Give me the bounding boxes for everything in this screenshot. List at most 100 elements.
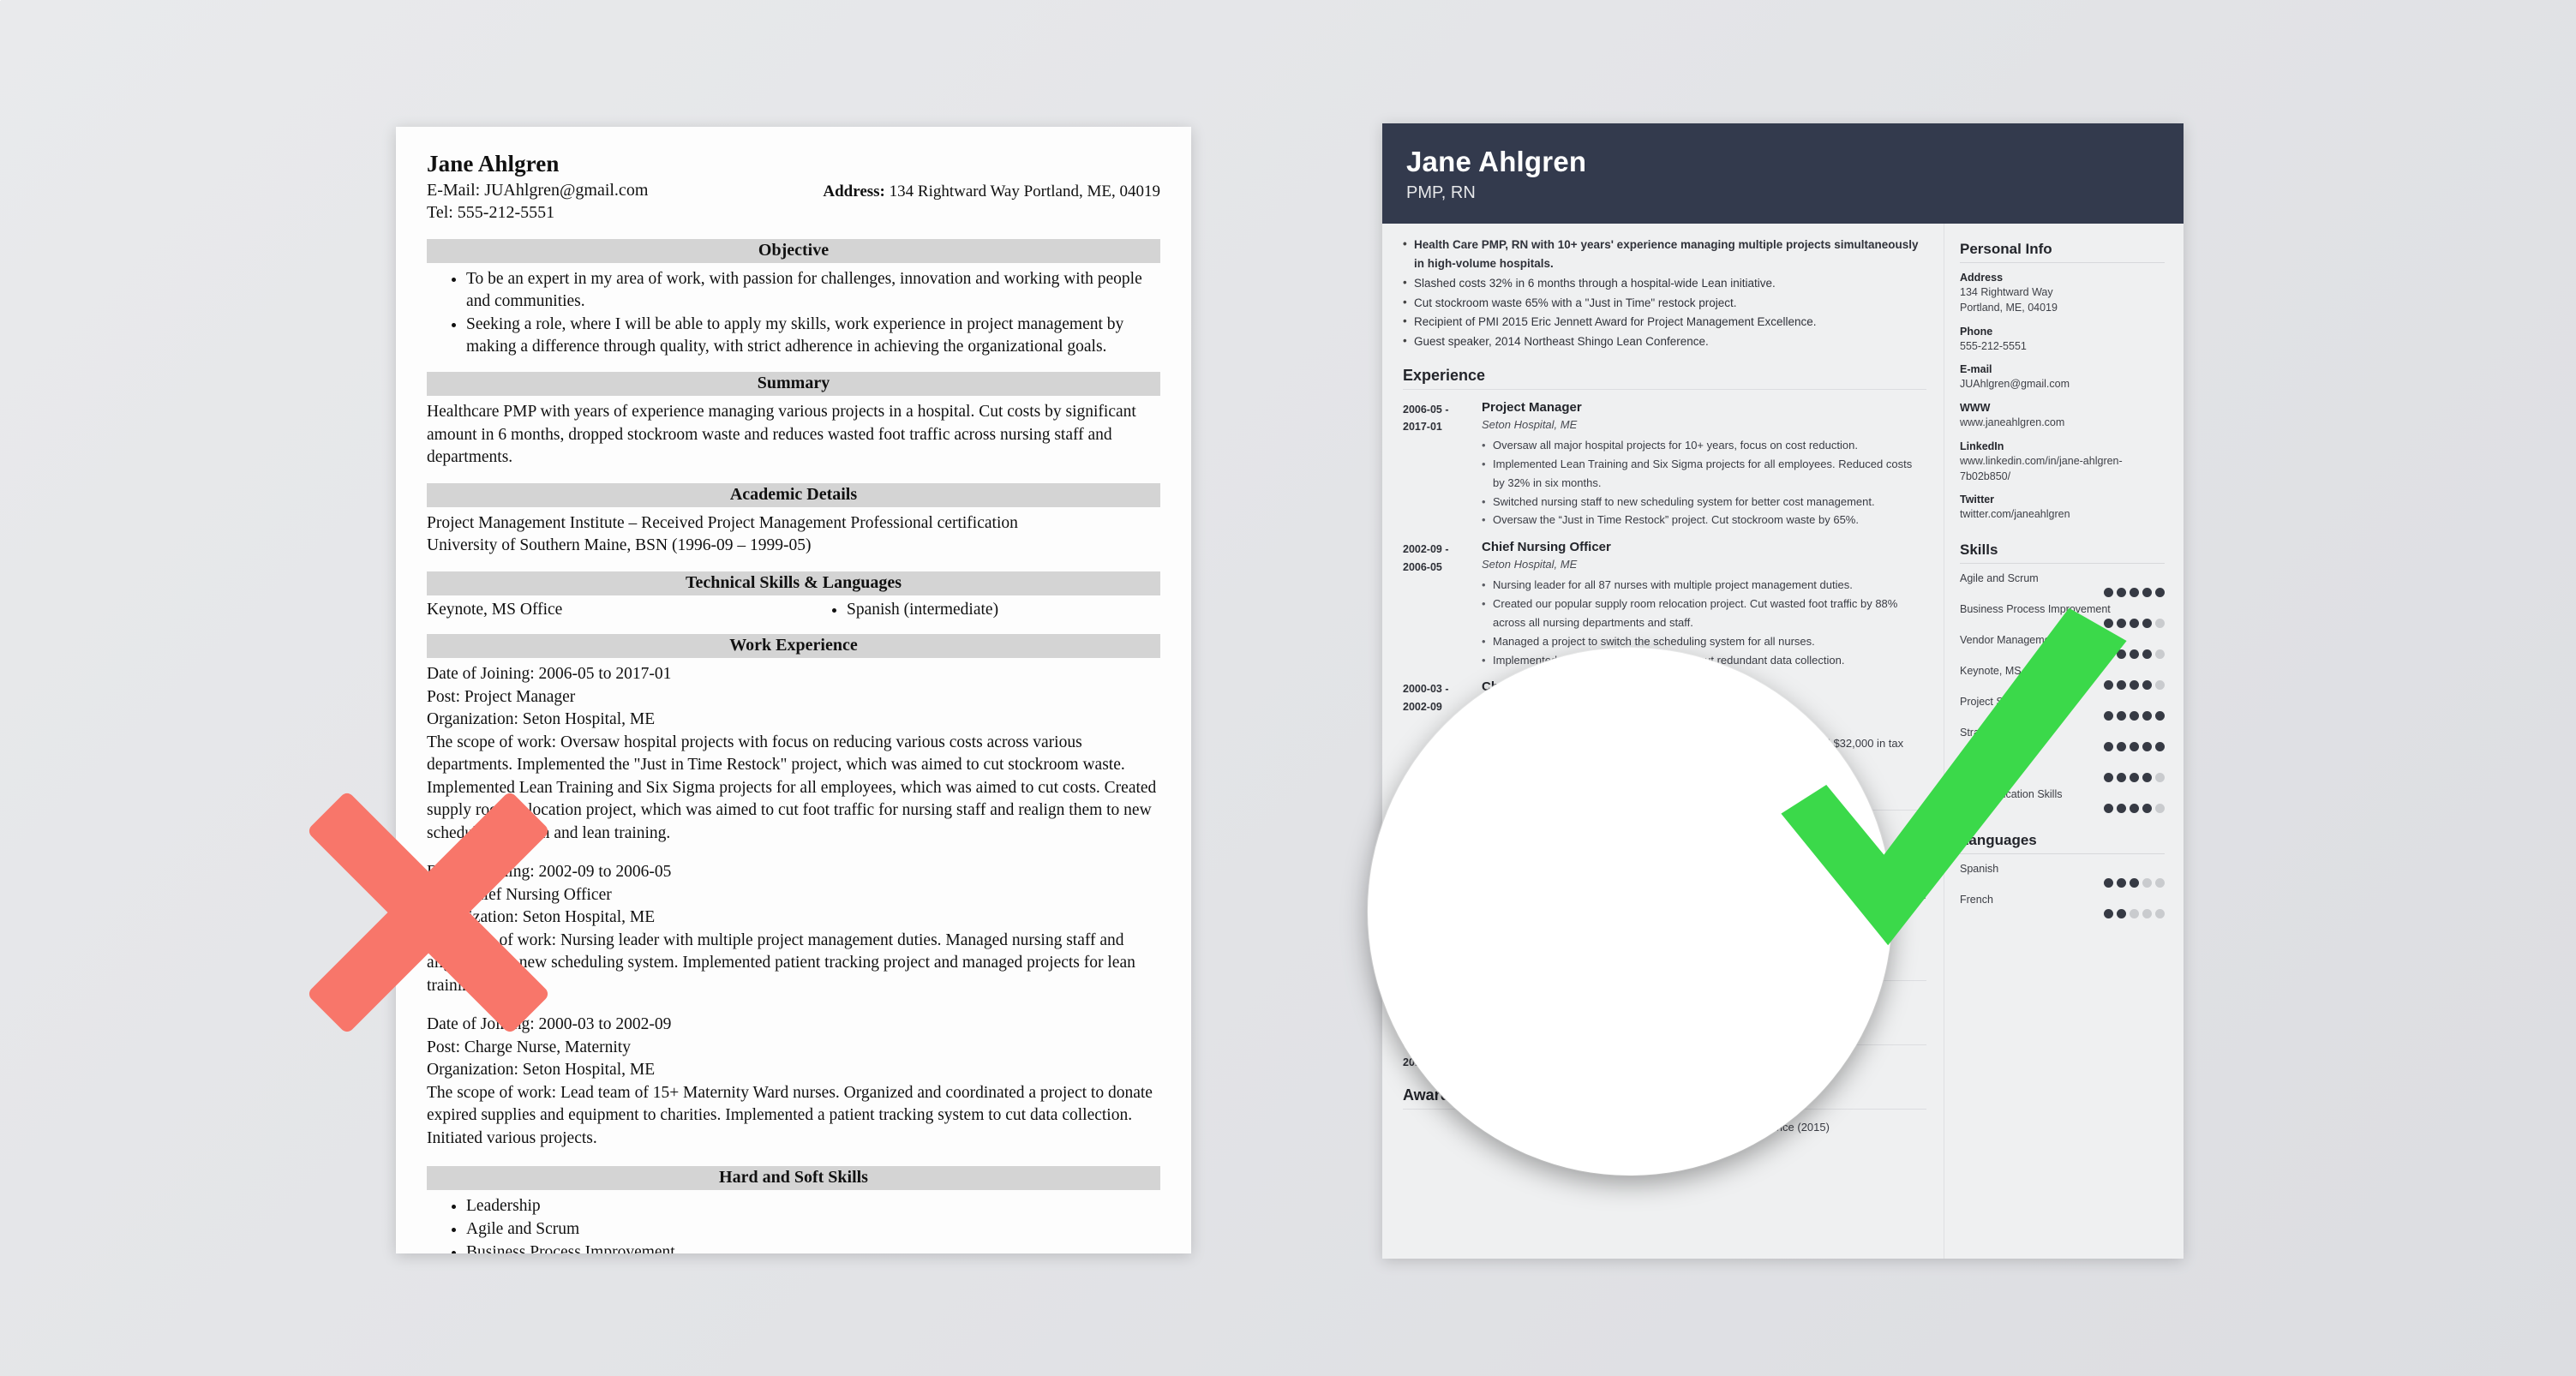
good-resume-header: Jane Ahlgren PMP, RN [1382, 123, 2184, 224]
rating-dot [2117, 649, 2126, 659]
bad-academic-line-1: Project Management Institute – Received … [427, 513, 1018, 532]
bad-section-objective: Objective [427, 238, 1160, 263]
list-item: Cut stockroom waste 65% with a "Just in … [1403, 293, 1926, 313]
skill-name: Communication Skills [1960, 788, 2063, 800]
bad-objective-list: To be an expert in my area of work, with… [466, 268, 1160, 358]
skill-rating [1960, 742, 2165, 751]
rating-dot [2155, 742, 2165, 751]
rating-dot [2104, 742, 2113, 751]
experience-role: Project Manager [1482, 400, 1582, 416]
skill-name: Vendor Management [1960, 634, 2060, 646]
rating-dot [2155, 804, 2165, 813]
rating-dot [2155, 588, 2165, 597]
pi-value-twitter: twitter.com/janeahlgren [1960, 508, 2070, 521]
bad-technical-right-list: Spanish (intermediate) [794, 601, 1160, 619]
rating-dot [2104, 649, 2113, 659]
bad-work-org: Organization: Seton Hospital, ME [427, 710, 656, 729]
good-resume-sidebar: Personal Info Address 134 Rightward Way … [1944, 224, 2184, 1259]
bad-work-post: Post: Charge Nurse, Maternity [427, 1038, 631, 1056]
language-rating [1960, 909, 2165, 918]
bad-hard-soft-list: Leadership Agile and Scrum Business Proc… [466, 1195, 1160, 1253]
bad-work-entries: Date of Joining: 2006-05 to 2017-01 Post… [427, 663, 1160, 1150]
bad-academic-line-2: University of Southern Maine, BSN (1996-… [427, 535, 812, 554]
rating-dot [2104, 680, 2113, 690]
skill-rating [1960, 773, 2165, 782]
list-item: Recipient of PMI 2015 Eric Jennett Award… [1403, 312, 1926, 332]
bad-work-date: Date of Joining: 2006-05 to 2017-01 [427, 665, 672, 684]
rating-dot [2142, 909, 2152, 918]
pi-value-phone: 555-212-5551 [1960, 339, 2027, 352]
list-item: Oversaw all major hospital projects for … [1482, 436, 1926, 455]
good-resume-name: Jane Ahlgren [1406, 146, 1587, 177]
rating-dot [2117, 619, 2126, 628]
experience-bullets: Oversaw all major hospital projects for … [1482, 436, 1926, 529]
skill-row: Communication Skills [1960, 788, 2165, 813]
rating-dot [2155, 773, 2165, 782]
pi-label-email: E-mail [1960, 363, 1992, 376]
list-item: Nursing leader for all 87 nurses with mu… [1482, 576, 1926, 595]
skill-row: Keynote, MS Office [1960, 665, 2165, 690]
list-item: Implemented Lean Training and Six Sigma … [1482, 455, 1926, 493]
list-item: Switched nursing staff to new scheduling… [1482, 493, 1926, 512]
skill-name: Project Scheduling [1960, 696, 2050, 708]
bad-work-org: Organization: Seton Hospital, ME [427, 1061, 656, 1080]
skill-row: Vendor Management [1960, 634, 2165, 659]
rating-dot [2130, 804, 2139, 813]
experience-date-from: 2006-05 - [1403, 404, 1449, 416]
rating-dot [2155, 619, 2165, 628]
skill-name: Keynote, MS Office [1960, 665, 2052, 677]
rating-dot [2104, 909, 2113, 918]
pi-label-twitter: Twitter [1960, 494, 1995, 506]
bad-work-entry: Date of Joining: 2002-09 to 2006-05 Post… [427, 861, 1160, 997]
rating-dot [2155, 711, 2165, 721]
bad-work-scope: The scope of work: Lead team of 15+ Mate… [427, 1083, 1153, 1147]
rating-dot [2155, 909, 2165, 918]
rating-dot [2104, 878, 2113, 888]
pi-label-www: WWW [1960, 402, 1991, 414]
rating-dot [2117, 773, 2126, 782]
rating-dot [2155, 878, 2165, 888]
languages-list: Spanish French [1960, 863, 2165, 918]
rating-dot [2130, 588, 2139, 597]
good-resume-title: PMP, RN [1406, 183, 1476, 202]
bad-section-hard-soft: Hard and Soft Skills [427, 1166, 1160, 1191]
experience-detail: Project Manager Seton Hospital, ME Overs… [1482, 400, 1926, 529]
experience-date: 2006-05 - 2017-01 [1403, 400, 1482, 529]
pi-value-address: 134 Rightward Way Portland, ME, 04019 [1960, 286, 2058, 314]
bad-work-org: Organization: Seton Hospital, ME [427, 908, 656, 927]
sidebar-heading-skills: Skills [1960, 541, 2165, 564]
rating-dot [2155, 649, 2165, 659]
rating-dot [2142, 619, 2152, 628]
rating-dot [2117, 742, 2126, 751]
bad-resume-tel: Tel: 555-212-5551 [427, 203, 555, 223]
good-section-experience: Experience [1403, 367, 1926, 391]
rating-dot [2117, 909, 2126, 918]
skill-rating [1960, 588, 2165, 597]
list-item: Health Care PMP, RN with 10+ years' expe… [1403, 235, 1926, 273]
bad-work-date: Date of Joining: 2002-09 to 2006-05 [427, 863, 672, 882]
language-rating [1960, 878, 2165, 888]
skill-rating [1960, 649, 2165, 659]
list-item: Oversaw the “Just in Time Restock” proje… [1482, 511, 1926, 529]
sidebar-heading-personal-info: Personal Info [1960, 241, 2165, 263]
experience-entry: 2006-05 - 2017-01 Project Manager Seton … [1403, 400, 1926, 529]
rating-dot [2155, 680, 2165, 690]
pi-label-linkedin: LinkedIn [1960, 440, 2004, 452]
bad-work-post: Post: Chief Nursing Officer [427, 885, 612, 904]
sidebar-heading-languages: Languages [1960, 832, 2165, 854]
rating-dot [2142, 878, 2152, 888]
list-item: Guest speaker, 2014 Northeast Shingo Lea… [1403, 332, 1926, 351]
skill-rating [1960, 804, 2165, 813]
bad-section-summary: Summary [427, 372, 1160, 397]
skill-rating [1960, 711, 2165, 721]
skill-rating [1960, 680, 2165, 690]
language-row: French [1960, 894, 2165, 918]
list-item: Leadership [466, 1195, 1160, 1217]
bad-work-scope: The scope of work: Oversaw hospital proj… [427, 733, 1157, 842]
list-item: Created our popular supply room relocati… [1482, 595, 1926, 632]
bad-resume-address-label: Address: [823, 182, 885, 200]
bad-resume-address-value: 134 Rightward Way Portland, ME, 04019 [889, 182, 1160, 200]
list-item: To be an expert in my area of work, with… [466, 268, 1160, 313]
rating-dot [2142, 711, 2152, 721]
language-name: French [1960, 894, 1993, 906]
